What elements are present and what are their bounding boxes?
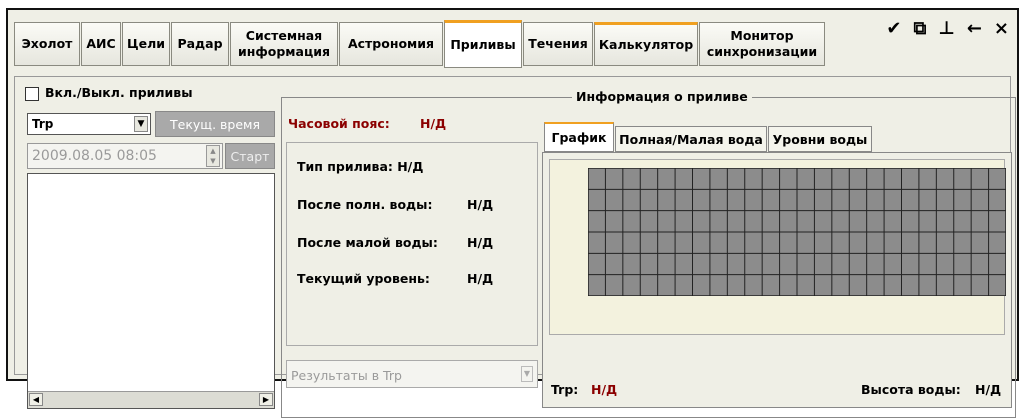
subtab-water-levels[interactable]: Уровни воды [768,126,872,152]
tab-sync-monitor[interactable]: Монитор синхронизации [699,22,825,66]
port-select[interactable]: Trp ▼ [27,113,151,135]
tab-astronomy[interactable]: Астрономия [339,22,443,66]
tab-echo-sounder[interactable]: Эхолот [14,22,80,66]
tab-label: Калькулятор [598,37,694,53]
tide-chart-footer: Trp: Н/Д Высота воды: Н/Д [543,373,1011,407]
water-height-value: Н/Д [975,382,1002,397]
datetime-spinner-icon[interactable]: ▲ ▼ [206,145,220,167]
port-value: Н/Д [591,382,618,397]
timezone-label: Часовой пояс: [288,116,390,131]
tide-info-legend: Информация о приливе [572,89,752,104]
chevron-down-icon[interactable]: ▼ [521,366,533,382]
tab-label: Системная информация [237,28,331,59]
tab-currents[interactable]: Течения [523,22,593,66]
timezone-value: Н/Д [420,116,447,131]
chevron-down-icon[interactable]: ▼ [134,116,148,132]
tides-toggle-checkbox[interactable] [25,87,39,101]
tab-label: Цели [127,36,165,52]
tab-tides[interactable]: Приливы [444,20,522,68]
tab-label: Астрономия [347,36,435,52]
window-toolbar: ✔ ⧉ ⊥ ← × [886,18,1009,39]
tab-label: АИС [86,36,116,52]
datetime-field[interactable]: 2009.08.05 08:05 ▲ ▼ [27,143,223,169]
tab-label: Приливы [450,37,516,53]
tide-chart-area [549,159,1006,335]
port-select-value: Trp [32,117,54,131]
water-height-label: Высота воды: [861,382,961,397]
restore-window-icon[interactable]: ⧉ [914,18,927,39]
tab-system-info[interactable]: Системная информация [230,22,338,66]
tide-chart-panel: Trp: Н/Д Высота воды: Н/Д [542,152,1012,408]
pin-brush-icon[interactable]: ✔ [886,18,901,39]
dock-pin-icon[interactable]: ⊥ [938,18,954,39]
horizontal-scrollbar[interactable]: ◀ ▶ [28,391,274,408]
tab-label: Течения [528,36,588,52]
tab-calculator[interactable]: Калькулятор [594,22,698,66]
close-icon[interactable]: × [994,18,1009,39]
back-arrow-icon[interactable]: ← [967,18,982,39]
subtab-label: Уровни воды [772,131,868,147]
current-level-label: Текущий уровень: [297,271,430,286]
start-button[interactable]: Старт [225,143,275,169]
results-select[interactable]: Результаты в Trp ▼ [286,360,538,388]
subtab-label: Полная/Малая вода [619,131,763,147]
tab-ais[interactable]: АИС [81,22,121,66]
tab-label: Эхолот [21,36,73,52]
tab-radar[interactable]: Радар [171,22,229,66]
subtab-label: График [551,130,607,145]
tab-label: Радар [177,36,223,52]
after-low-water-value: Н/Д [467,235,494,250]
tab-label: Монитор синхронизации [706,28,818,59]
subtab-high-low-water[interactable]: Полная/Малая вода [615,126,767,152]
tide-info-group: Информация о приливе Часовой пояс: Н/Д Т… [281,89,1016,418]
after-high-water-value: Н/Д [467,197,494,212]
tides-panel: Вкл./Выкл. приливы Trp ▼ Текущ. время 20… [14,76,1016,418]
port-label: Trp: [551,382,579,397]
tides-toggle-label: Вкл./Выкл. приливы [45,85,193,100]
tide-results-list[interactable]: ◀ ▶ [27,173,275,409]
results-select-value: Результаты в Trp [291,368,402,383]
subtab-chart[interactable]: График [544,122,614,152]
tide-details-box: Тип прилива: Н/Д После полн. воды: Н/Д П… [286,142,538,346]
tab-targets[interactable]: Цели [122,22,170,66]
tide-chart-grid [588,168,1006,296]
current-level-value: Н/Д [467,271,494,286]
main-tab-bar: Эхолот АИС Цели Радар Системная информац… [8,10,1017,76]
current-time-button[interactable]: Текущ. время [155,111,275,137]
after-high-water-label: После полн. воды: [297,197,433,212]
scroll-right-icon[interactable]: ▶ [259,393,273,406]
after-low-water-label: После малой воды: [297,235,438,250]
datetime-value: 2009.08.05 08:05 [32,148,157,164]
app-window: Эхолот АИС Цели Радар Системная информац… [6,8,1019,418]
scroll-left-icon[interactable]: ◀ [29,393,43,406]
tide-type: Тип прилива: Н/Д [297,159,424,174]
